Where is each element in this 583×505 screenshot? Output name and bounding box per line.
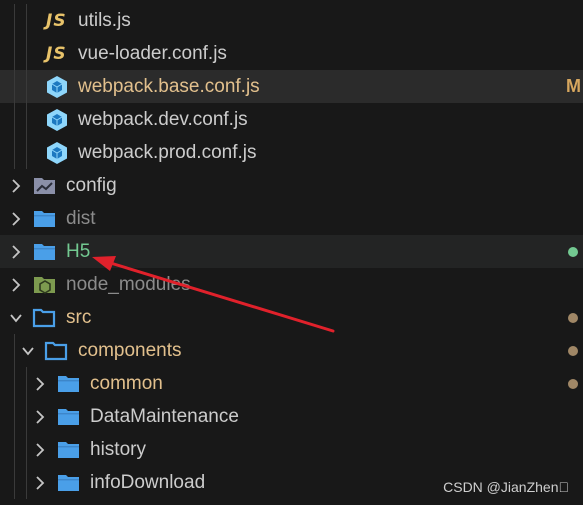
explorer-folder-row[interactable]: components [0,334,583,367]
explorer-folder-row[interactable]: dist [0,202,583,235]
indent-guide [26,103,27,136]
git-status-dot [568,246,578,257]
folder-name: history [90,438,146,460]
indent-guide [26,367,27,400]
chevron-right-icon[interactable] [32,475,48,491]
chevron-right-icon[interactable] [32,376,48,392]
indent-guide [26,400,27,433]
folder-name: DataMaintenance [90,405,239,427]
git-status-dot [568,312,578,323]
folder-icon [56,406,82,428]
chevron-right-icon[interactable] [32,409,48,425]
explorer-folder-row[interactable]: node_modules [0,268,583,301]
file-explorer-tree: JS utils.js JS vue-loader.conf.js webpack.ba… [0,4,583,499]
file-name: webpack.prod.conf.js [78,141,257,163]
file-name: webpack.dev.conf.js [78,108,248,130]
chevron-down-icon[interactable] [8,310,24,326]
folder-name: H5 [66,240,91,262]
chevron-right-icon[interactable] [8,244,24,260]
javascript-file-icon: JS [46,11,67,31]
indent-guide [14,400,15,433]
webpack-file-icon [46,141,68,165]
folder-name: common [90,372,163,394]
config-folder-icon [32,175,58,197]
folder-name: node_modules [66,273,191,295]
explorer-file-row[interactable]: webpack.base.conf.js M [0,70,583,103]
folder-name: dist [66,207,96,229]
chevron-right-icon[interactable] [32,442,48,458]
folder-icon [32,208,58,230]
indent-guide [14,367,15,400]
explorer-file-row[interactable]: JS vue-loader.conf.js [0,37,583,70]
chevron-right-icon[interactable] [8,178,24,194]
folder-open-icon [44,340,70,362]
folder-open-icon [32,307,58,329]
indent-guide [26,70,27,103]
js-icon-text: JS [46,10,67,31]
explorer-file-row[interactable]: JS utils.js [0,4,583,37]
indent-guide [14,103,15,136]
file-name: utils.js [78,9,131,31]
indent-guide [14,334,15,367]
explorer-file-row[interactable]: webpack.dev.conf.js [0,103,583,136]
folder-name: src [66,306,92,328]
folder-name: config [66,174,117,196]
explorer-file-row[interactable]: webpack.prod.conf.js [0,136,583,169]
folder-name: infoDownload [90,471,206,493]
explorer-folder-row[interactable]: common [0,367,583,400]
chevron-right-icon[interactable] [8,211,24,227]
indent-guide [26,433,27,466]
csdn-watermark: CSDN @JianZhen  [443,479,569,495]
folder-icon [56,373,82,395]
explorer-folder-row[interactable]: src [0,301,583,334]
file-name: vue-loader.conf.js [78,42,227,64]
indent-guide [14,70,15,103]
indent-guide [14,466,15,499]
explorer-folder-row[interactable]: DataMaintenance [0,400,583,433]
folder-icon [32,241,58,263]
folder-icon [56,472,82,494]
git-status-dot [568,345,578,356]
indent-guide [14,4,15,37]
webpack-file-icon [46,108,68,132]
js-icon-text: JS [46,43,67,64]
indent-guide [14,136,15,169]
folder-icon [56,439,82,461]
indent-guide [26,136,27,169]
indent-guide [26,466,27,499]
folder-name: components [78,339,182,361]
indent-guide [14,37,15,70]
indent-guide [26,37,27,70]
node-modules-folder-icon [32,274,58,296]
webpack-file-icon [46,75,68,99]
chevron-down-icon[interactable] [20,343,36,359]
indent-guide [14,433,15,466]
git-status-dot [568,378,578,389]
explorer-folder-row[interactable]: config [0,169,583,202]
explorer-folder-row[interactable]: H5 [0,235,583,268]
git-modified-badge: M [566,76,581,96]
indent-guide [26,4,27,37]
chevron-right-icon[interactable] [8,277,24,293]
explorer-folder-row[interactable]: history [0,433,583,466]
javascript-file-icon: JS [46,44,67,64]
file-name: webpack.base.conf.js [78,75,260,97]
